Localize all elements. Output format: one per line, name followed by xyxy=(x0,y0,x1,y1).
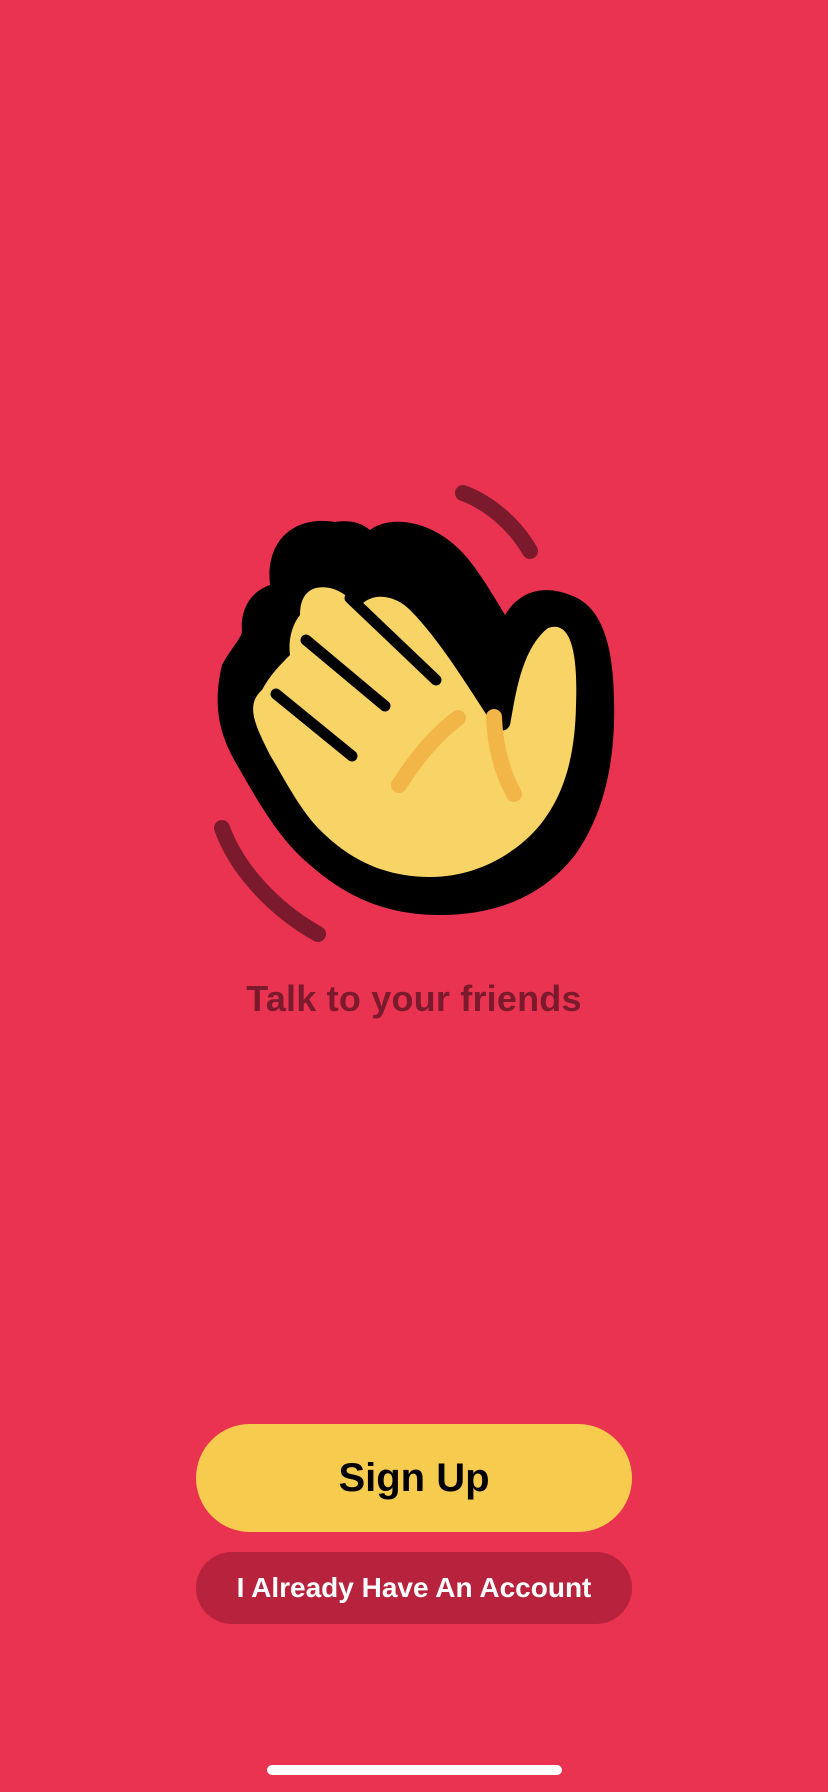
home-indicator[interactable] xyxy=(267,1765,562,1775)
tagline: Talk to your friends xyxy=(246,978,582,1019)
existing-account-button[interactable]: I Already Have An Account xyxy=(196,1552,632,1624)
waving-hand-icon xyxy=(214,485,615,942)
welcome-screen: Talk to your friends Sign Up I Already H… xyxy=(0,0,828,1792)
sign-up-button[interactable]: Sign Up xyxy=(196,1424,632,1532)
